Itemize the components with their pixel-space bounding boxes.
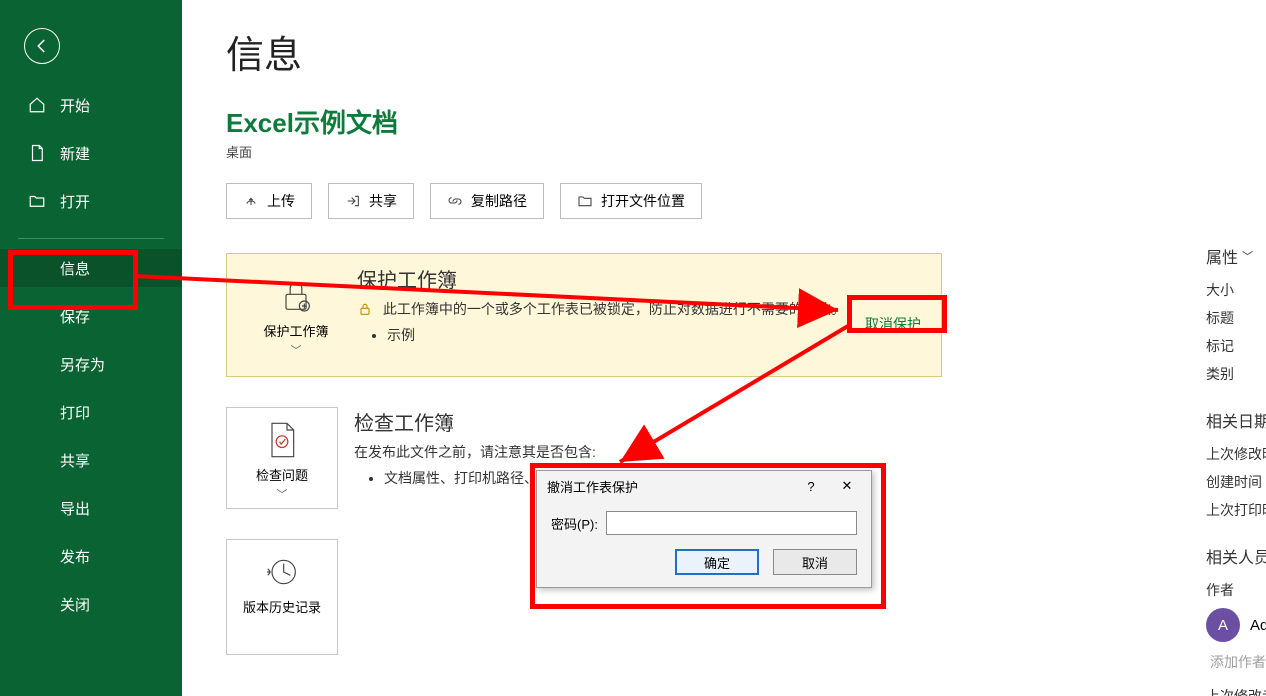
protect-workbook-tile[interactable]: 保护工作簿 ﹀ <box>241 264 351 364</box>
dialog-close-button[interactable]: ✕ <box>829 478 865 494</box>
btn-label: 复制路径 <box>471 191 527 211</box>
chevron-down-icon: ﹀ <box>1242 248 1253 264</box>
nav-close[interactable]: 关闭 <box>0 585 182 623</box>
prop-category-key: 类别 <box>1206 364 1266 384</box>
tile-label: 版本历史记录 <box>227 597 337 616</box>
dialog-cancel-button[interactable]: 取消 <box>773 549 857 575</box>
nav-label: 信息 <box>60 258 90 279</box>
chevron-down-icon: ﹀ <box>227 486 337 502</box>
date-created-key: 创建时间 <box>1206 472 1266 492</box>
nav-label: 打开 <box>60 191 90 212</box>
nav-export[interactable]: 导出 <box>0 489 182 527</box>
nav-publish[interactable]: 发布 <box>0 537 182 575</box>
author-name: Administrator <box>1250 617 1266 634</box>
btn-label: 打开文件位置 <box>601 191 685 211</box>
dialog-ok-button[interactable]: 确定 <box>675 549 759 575</box>
nav-new[interactable]: 新建 <box>0 134 182 172</box>
nav-save-as[interactable]: 另存为 <box>0 345 182 383</box>
tile-label: 检查问题 <box>227 465 337 484</box>
last-modifier-key: 上次修改者 <box>1206 686 1266 696</box>
protect-description: 此工作簿中的一个或多个工作表已被锁定，防止对数据进行不需要的更改。 <box>383 301 845 317</box>
document-title: Excel示例文档 <box>226 103 1266 140</box>
nav-label: 共享 <box>60 450 90 471</box>
nav-label: 另存为 <box>60 354 105 375</box>
properties-heading[interactable]: 属性﹀ <box>1206 244 1266 268</box>
date-modified-key: 上次修改时间 <box>1206 444 1266 464</box>
share-button[interactable]: 共享 <box>328 183 414 219</box>
unprotect-link[interactable]: 取消保护 <box>865 314 921 334</box>
password-input[interactable] <box>606 511 857 535</box>
author-row[interactable]: A Administrator <box>1206 608 1266 642</box>
upload-button[interactable]: 上传 <box>226 183 312 219</box>
lock-icon <box>357 301 379 317</box>
tile-label: 保护工作簿 <box>241 321 351 340</box>
prop-size-key: 大小 <box>1206 280 1266 300</box>
version-history-tile[interactable]: 版本历史记录 <box>226 539 338 655</box>
btn-label: 共享 <box>369 191 397 211</box>
chevron-down-icon: ﹀ <box>241 342 351 358</box>
prop-tag-key: 标记 <box>1206 336 1266 356</box>
nav-home[interactable]: 开始 <box>0 86 182 124</box>
backstage-sidebar: 开始 新建 打开 信息 保存 另存为 打印 共享 <box>0 0 182 696</box>
btn-label: 上传 <box>267 191 295 211</box>
protect-heading: 保护工作簿 <box>357 264 927 293</box>
document-location: 桌面 <box>226 142 1266 161</box>
nav-label: 关闭 <box>60 594 90 615</box>
dialog-title: 撤消工作表保护 <box>547 477 793 496</box>
nav-label: 新建 <box>60 143 90 164</box>
prop-title-key: 标题 <box>1206 308 1266 328</box>
properties-pane: 属性﹀ 大小9.89KB 标题添加标题 标记添加标记 类别添加类别 相关日期 上… <box>1206 244 1266 696</box>
page-title: 信息 <box>226 24 1266 79</box>
main-area: 信息 Excel示例文档 桌面 上传 共享 复制路径 打开文件位置 保护工作簿 … <box>182 0 1266 696</box>
inspect-description: 在发布此文件之前，请注意其是否包含: <box>354 442 1266 462</box>
nav-open[interactable]: 打开 <box>0 182 182 220</box>
unprotect-sheet-dialog: 撤消工作表保护 ? ✕ 密码(P): 确定 取消 <box>536 470 872 588</box>
nav-share[interactable]: 共享 <box>0 441 182 479</box>
check-issues-tile[interactable]: 检查问题 ﹀ <box>226 407 338 509</box>
nav-label: 发布 <box>60 546 90 567</box>
back-button[interactable] <box>24 28 60 64</box>
author-key: 作者 <box>1206 580 1266 600</box>
avatar: A <box>1206 608 1240 642</box>
nav-save[interactable]: 保存 <box>0 297 182 335</box>
password-label: 密码(P): <box>551 514 598 533</box>
date-printed-key: 上次打印时间 <box>1206 500 1266 520</box>
nav-label: 开始 <box>60 95 90 116</box>
nav-info[interactable]: 信息 <box>0 249 182 287</box>
inspect-heading: 检查工作簿 <box>354 407 1266 436</box>
nav-label: 打印 <box>60 402 90 423</box>
nav-label: 导出 <box>60 498 90 519</box>
copy-path-button[interactable]: 复制路径 <box>430 183 544 219</box>
protect-workbook-panel: 保护工作簿 ﹀ 保护工作簿 此工作簿中的一个或多个工作表已被锁定，防止对数据进行… <box>226 253 942 377</box>
add-author[interactable]: 添加作者 <box>1210 652 1266 672</box>
nav-print[interactable]: 打印 <box>0 393 182 431</box>
dates-heading: 相关日期 <box>1206 408 1266 432</box>
dialog-help-button[interactable]: ? <box>793 479 829 494</box>
locked-sheet-name: 示例 <box>387 325 927 345</box>
nav-label: 保存 <box>60 306 90 327</box>
people-heading: 相关人员 <box>1206 544 1266 568</box>
open-location-button[interactable]: 打开文件位置 <box>560 183 702 219</box>
